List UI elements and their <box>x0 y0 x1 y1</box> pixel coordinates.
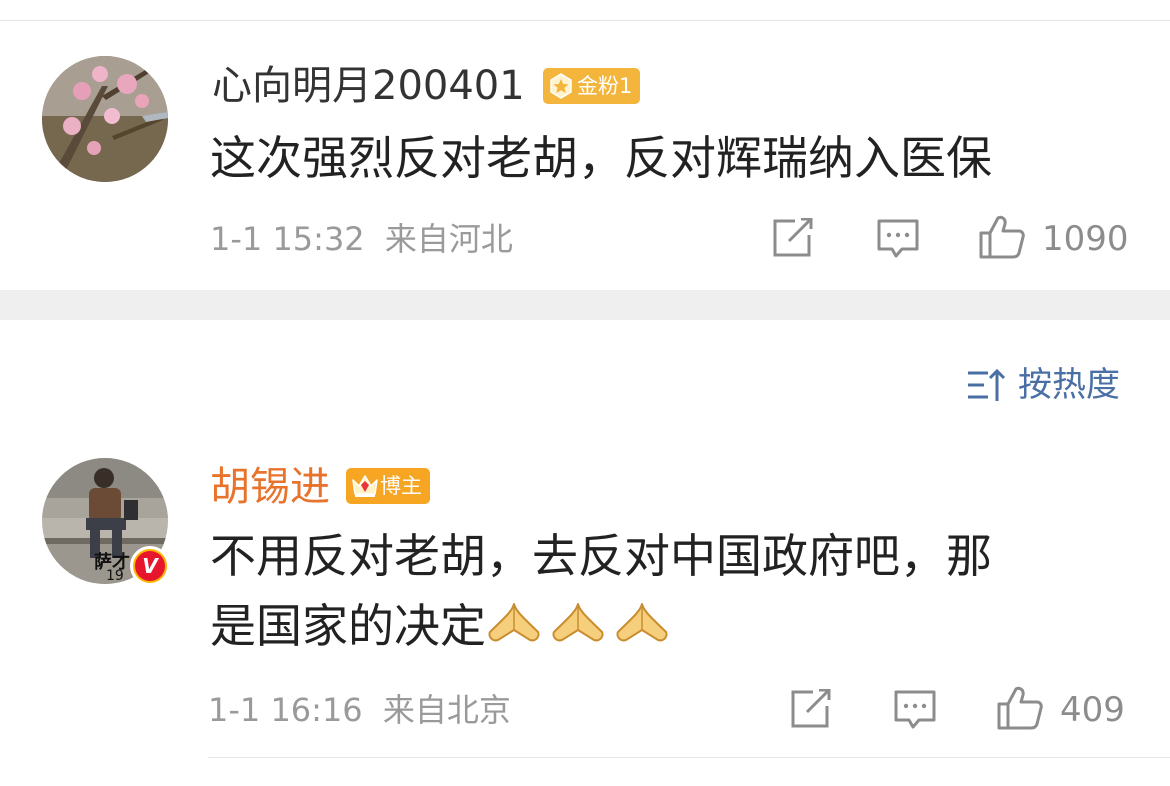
top-divider <box>0 20 1170 21</box>
comment-text-line2-wrap: 是国家的决定 <box>210 592 678 660</box>
username[interactable]: 心向明月200401 <box>212 62 525 110</box>
folded-hands-emoji <box>614 596 670 644</box>
section-separator <box>0 290 1170 320</box>
avatar[interactable] <box>42 56 168 182</box>
crown-icon <box>350 472 378 500</box>
share-icon[interactable] <box>771 217 815 262</box>
badge-label: 金粉1 <box>577 74 633 98</box>
time: 1-1 16:16 <box>208 691 363 729</box>
folded-hands-emoji <box>550 596 606 644</box>
like-count: 1090 <box>1042 219 1129 259</box>
timestamp: 1-1 16:16 来自北京 <box>208 690 511 730</box>
username[interactable]: 胡锡进 <box>210 463 330 511</box>
thumbs-up-icon[interactable] <box>996 685 1044 735</box>
badge-label: 博主 <box>380 474 422 498</box>
comment-text: 这次强烈反对老胡，反对辉瑞纳入医保 <box>210 131 992 185</box>
thumbs-up-icon[interactable] <box>978 214 1026 264</box>
comment-icon[interactable] <box>876 218 920 264</box>
comment-text-line1: 不用反对老胡，去反对中国政府吧，那 <box>210 529 992 583</box>
sort-icon <box>966 367 1006 403</box>
sort-button[interactable]: 按热度 <box>966 365 1120 405</box>
avatar-image <box>42 56 168 182</box>
share-icon[interactable] <box>789 688 833 733</box>
verified-badge: V <box>130 546 170 586</box>
fan-badge[interactable]: 金粉1 <box>543 68 641 104</box>
like-count: 409 <box>1060 690 1125 730</box>
comment-text-line2: 是国家的决定 <box>210 599 486 653</box>
bottom-divider <box>208 757 1170 758</box>
avatar-caption-year: 19 <box>106 568 124 584</box>
verified-icon: V <box>135 551 165 581</box>
folded-hands-emoji <box>486 596 542 644</box>
location: 来自河北 <box>384 220 513 258</box>
sort-label: 按热度 <box>1018 365 1120 405</box>
timestamp: 1-1 15:32 来自河北 <box>210 219 513 259</box>
location: 来自北京 <box>382 691 511 729</box>
gold-fan-icon <box>547 72 575 100</box>
comment-icon[interactable] <box>893 689 937 735</box>
blogger-badge[interactable]: 博主 <box>346 468 430 504</box>
time: 1-1 15:32 <box>210 220 365 258</box>
